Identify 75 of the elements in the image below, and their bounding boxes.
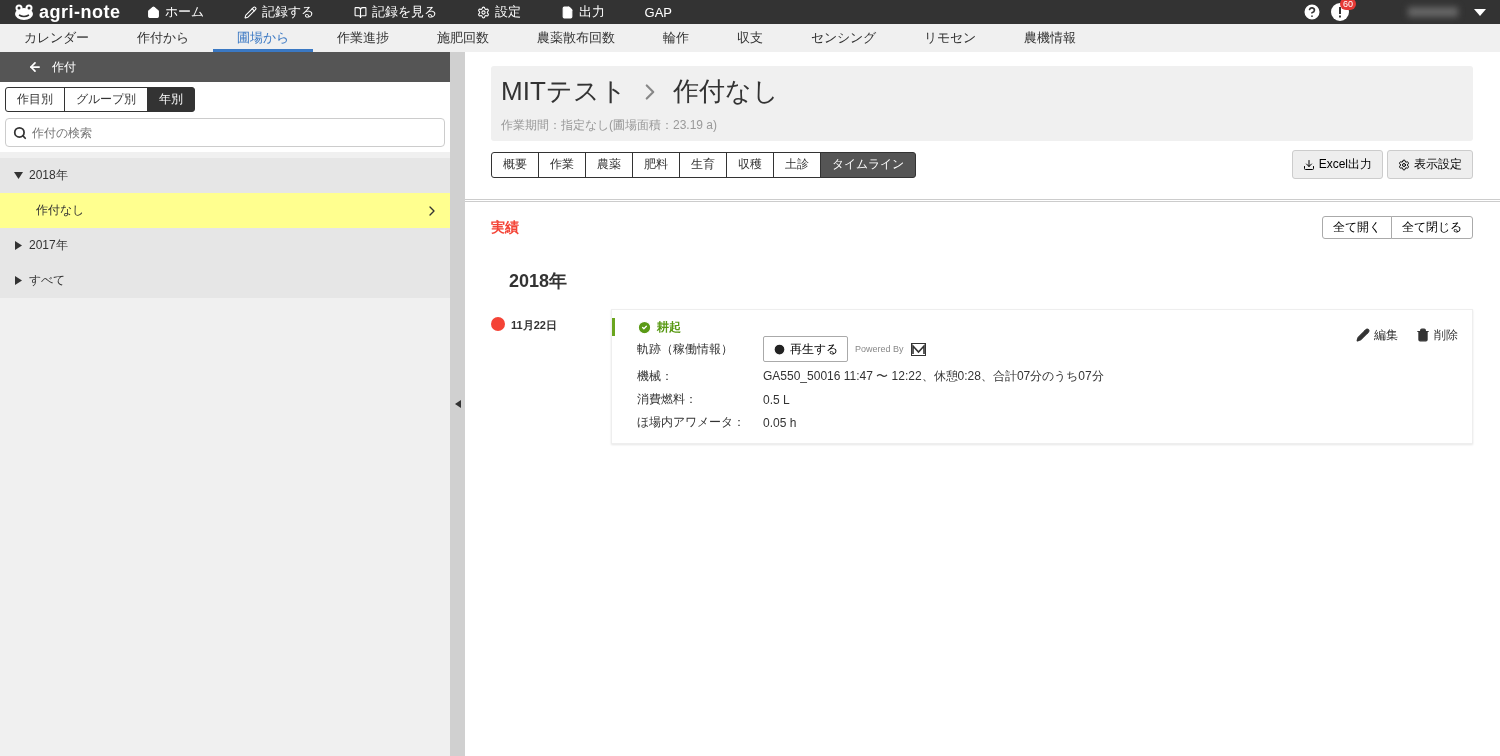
sub-nav-tab[interactable]: 農機情報 — [1000, 24, 1100, 52]
collapsed-triangle-icon[interactable] — [14, 241, 23, 250]
collapse-triangle-icon[interactable] — [454, 400, 461, 408]
app-logo[interactable]: agri-note — [39, 1, 121, 23]
nav-link[interactable]: ホーム — [146, 3, 204, 21]
detail-label: 機械： — [637, 368, 674, 385]
sub-nav-tab[interactable]: 農薬散布回数 — [513, 24, 639, 52]
sub-nav-tab[interactable]: 作付から — [113, 24, 213, 52]
pencil-icon — [1356, 328, 1370, 342]
expanded-triangle-icon[interactable] — [14, 171, 23, 180]
book-icon — [353, 5, 367, 19]
frog-logo-icon — [14, 4, 34, 20]
sub-nav-tab[interactable]: 施肥回数 — [413, 24, 513, 52]
settings-icon — [476, 5, 490, 19]
pencil-icon — [243, 5, 257, 19]
powered-by-text: Powered By — [855, 344, 904, 354]
header-subtitle: 作業期間：指定なし(圃場面積：23.19 a) — [501, 117, 719, 134]
search-field[interactable]: 作付の検索 — [5, 118, 445, 147]
partner-logo-icon — [910, 342, 926, 356]
content-tab[interactable]: タイムライン — [820, 151, 916, 178]
caret-icon[interactable] — [1474, 8, 1486, 16]
detail-label: 軌跡（稼働情報） — [637, 340, 734, 358]
content-tab[interactable]: 収穫 — [726, 151, 774, 178]
help-icon[interactable] — [1302, 2, 1322, 22]
nav-link[interactable]: 記録する — [243, 3, 314, 21]
view-toggle[interactable]: 年別 — [147, 87, 195, 112]
content-tab[interactable]: 土診 — [773, 151, 821, 178]
download-icon — [1302, 158, 1315, 171]
tree-item[interactable]: 2017年 — [0, 228, 450, 263]
file-icon — [560, 5, 574, 19]
tree-item[interactable]: 2018年 — [0, 158, 450, 193]
tree-item[interactable]: すべて — [0, 263, 450, 298]
content-tab[interactable]: 生育 — [679, 151, 727, 178]
field-name: MITテスト — [501, 75, 627, 108]
content-tab[interactable]: 作業 — [538, 151, 586, 178]
entry-date: 11月22日 — [511, 318, 558, 333]
sub-nav-tab[interactable]: 輪作 — [639, 24, 713, 52]
sub-nav-tab[interactable]: カレンダー — [0, 24, 113, 52]
detail-value: GA550_50016 11:47 〜 12:22、休憩0:28、合計07分のうち07分 — [763, 368, 1105, 385]
crop-name: 作付なし — [672, 75, 779, 108]
view-toggle[interactable]: 作目別 — [5, 87, 65, 112]
home-icon — [146, 5, 160, 19]
action-button[interactable]: Excel出力 — [1291, 150, 1383, 179]
sub-nav-tab[interactable]: リモセン — [900, 24, 1000, 52]
detail-label: ほ場内アワメータ： — [637, 414, 746, 431]
detail-label: 消費燃料： — [637, 391, 698, 408]
notification-badge: 60 — [1340, 0, 1356, 10]
content-tab[interactable]: 農薬 — [585, 151, 633, 178]
expand-collapse-button[interactable]: 全て閉じる — [1391, 216, 1473, 239]
work-name: 耕起 — [657, 318, 681, 336]
content-tab[interactable]: 肥料 — [632, 151, 680, 178]
section-title: 実績 — [491, 218, 519, 237]
nav-link[interactable]: 出力 — [560, 3, 605, 21]
detail-value: 0.5 L — [763, 392, 791, 407]
play-button[interactable]: 再生する — [763, 336, 848, 362]
sidebar-title: 作付 — [52, 58, 76, 76]
expand-collapse-button[interactable]: 全て開く — [1322, 216, 1392, 239]
content-tab[interactable]: 概要 — [491, 151, 539, 178]
search-icon — [13, 126, 27, 140]
tree-item[interactable]: 作付なし — [0, 193, 450, 228]
collapsed-triangle-icon[interactable] — [14, 276, 23, 285]
settings-icon — [1398, 158, 1410, 171]
year-heading: 2018年 — [509, 270, 569, 293]
nav-link[interactable]: GAP — [644, 4, 672, 20]
trash-icon — [1416, 328, 1430, 342]
sub-nav-tab[interactable]: 作業進捗 — [313, 24, 413, 52]
sub-nav-tab[interactable]: 収支 — [713, 24, 787, 52]
nav-link[interactable]: 記録を見る — [353, 3, 437, 21]
delete-link[interactable]: 削除 — [1416, 326, 1458, 344]
sub-nav-tab[interactable]: センシング — [787, 24, 900, 52]
nav-link[interactable]: 設定 — [476, 3, 521, 21]
detail-value: 0.05 h — [763, 415, 798, 430]
view-toggle[interactable]: グループ別 — [64, 87, 148, 112]
edit-link[interactable]: 編集 — [1356, 326, 1398, 344]
action-button[interactable]: 表示設定 — [1387, 150, 1473, 179]
